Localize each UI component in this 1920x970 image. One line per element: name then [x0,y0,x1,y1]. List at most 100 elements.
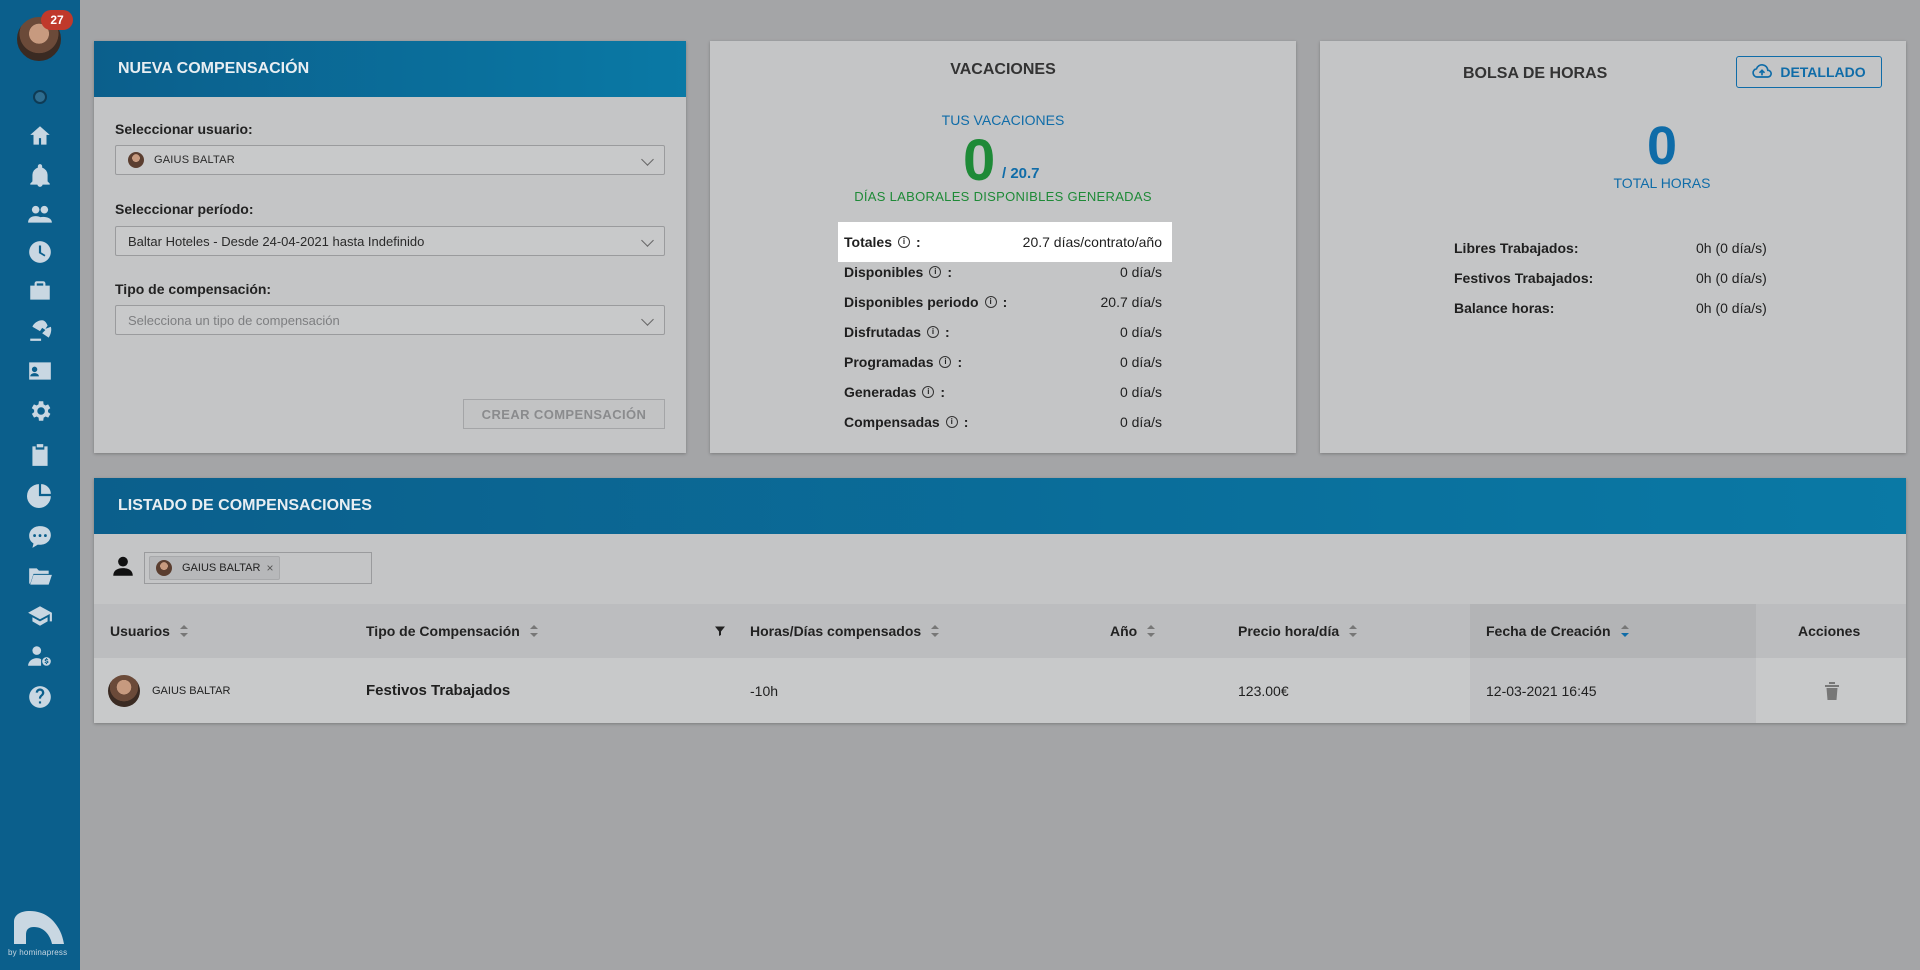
hours-row-value: 0h (0 día/s) [1696,270,1767,286]
close-icon[interactable]: × [266,561,273,575]
column-header-horas[interactable]: Horas/Días compensados [750,604,940,658]
vacation-row-label: Disponibles periodo [844,294,979,310]
cell-type: Festivos Trabajados [366,682,511,699]
avatar [108,674,140,707]
compensation-type-select[interactable]: Selecciona un tipo de compensación [115,305,665,335]
status-dot-icon[interactable] [33,90,47,104]
hours-row: Libres Trabajados: 0h (0 día/s) [1454,240,1774,256]
sort-icon [179,625,188,637]
column-header-label: Precio hora/día [1238,623,1340,639]
info-icon[interactable]: i [945,416,958,428]
compensations-table: Usuarios Tipo de Compensación Horas/Días… [94,604,1906,723]
hours-row-value: 0h (0 día/s) [1696,300,1767,316]
sort-icon [1349,625,1358,637]
delete-icon[interactable] [1824,658,1840,723]
users-icon[interactable] [26,200,54,228]
hours-bank-title: BOLSA DE HORAS [1463,65,1608,82]
vacation-row-compensadas: Compensadas i: 0 día/s [844,414,1162,430]
vacation-row-label: Totales [844,234,892,250]
folder-icon[interactable] [26,562,54,590]
pie-chart-icon[interactable] [26,481,54,509]
cell-price: 123.00€ [1238,682,1289,699]
info-icon[interactable]: i [939,356,952,368]
vacation-row-disponibles-periodo: Disponibles periodo i: 20.7 día/s [844,294,1163,310]
user-select[interactable]: GAIUS BALTAR [115,145,665,175]
vacation-row-programadas: Programadas i: 0 día/s [844,354,1162,370]
total-hours-count: 0 [1646,116,1678,176]
vacation-row-label: Compensadas [844,414,940,430]
vacation-row-totales: Totales i: 20.7 días/contrato/año [838,222,1172,262]
compensations-list-title: LISTADO DE COMPENSACIONES [94,478,1906,534]
user-filter-input[interactable]: GAIUS BALTAR × [144,552,372,584]
user-select-value: GAIUS BALTAR [154,154,235,166]
bell-icon[interactable] [26,162,54,190]
vacation-row-value: 20.7 día/s [1100,294,1163,310]
column-header-tipo[interactable]: Tipo de Compensación [366,604,538,658]
info-icon[interactable]: i [897,236,910,248]
sort-icon [529,625,538,637]
user-money-icon[interactable] [26,642,54,670]
info-icon[interactable]: i [922,386,935,398]
compensation-type-label: Tipo de compensación: [115,281,272,297]
info-icon[interactable]: i [927,326,940,338]
vacation-row-label: Generadas [844,384,917,400]
chat-icon[interactable] [26,523,54,551]
column-header-precio[interactable]: Precio hora/día [1238,604,1358,658]
id-card-icon[interactable] [26,357,54,385]
total-days-count: / 20.7 [1002,165,1040,182]
hours-row-value: 0h (0 día/s) [1696,240,1767,256]
briefcase-icon[interactable] [26,277,54,305]
column-header-fecha[interactable]: Fecha de Creación [1470,604,1756,658]
cell-created: 12-03-2021 16:45 [1470,658,1756,723]
column-header-label: Horas/Días compensados [750,623,922,639]
hours-row-label: Balance horas: [1454,300,1555,316]
hours-row-label: Libres Trabajados: [1454,240,1579,256]
vacation-row-label: Disfrutadas [844,324,922,340]
your-vacations-label: TUS VACACIONES [941,112,1065,128]
info-icon[interactable]: i [984,296,997,308]
brand-logo-text: by hominapress [8,948,68,957]
total-hours-label: TOTAL HORAS [1613,175,1711,191]
user-filter-tag-label: GAIUS BALTAR [182,562,261,574]
vacation-row-label: Programadas [844,354,934,370]
graduation-cap-icon[interactable] [26,602,54,630]
vacation-row-value: 0 día/s [1119,264,1162,280]
column-header-ano[interactable]: Año [1110,604,1156,658]
chevron-down-icon [641,153,654,166]
vacation-row-value: 0 día/s [1119,354,1162,370]
filter-funnel-icon[interactable] [714,604,726,658]
detailed-button[interactable]: DETALLADO [1736,56,1882,88]
generated-days-label: DÍAS LABORALES DISPONIBLES GENERADAS [854,189,1152,204]
available-days-count: 0 [963,128,996,193]
clipboard-icon[interactable] [26,441,54,469]
create-compensation-button[interactable]: CREAR COMPENSACIÓN [463,399,665,429]
home-icon[interactable] [26,122,54,150]
vacation-row-generadas: Generadas i: 0 día/s [844,384,1162,400]
column-header-acciones: Acciones [1798,604,1860,658]
new-compensation-card: NUEVA COMPENSACIÓN Seleccionar usuario: … [94,41,686,453]
vacation-row-disfrutadas: Disfrutadas i: 0 día/s [844,324,1162,340]
vacation-row-value: 20.7 días/contrato/año [1022,234,1162,250]
hours-row-label: Festivos Trabajados: [1454,270,1594,286]
vacations-card: VACACIONES TUS VACACIONES 0 / 20.7 DÍAS … [710,41,1296,453]
info-icon[interactable]: i [929,266,942,278]
compensation-type-placeholder: Selecciona un tipo de compensación [128,312,340,328]
user-avatar-button[interactable]: 27 [15,10,73,63]
gear-icon[interactable] [26,397,54,425]
cell-hours: -10h [750,682,779,699]
cell-user: GAIUS BALTAR [108,658,230,723]
vacations-title: VACACIONES [950,61,1056,78]
beach-icon[interactable] [26,316,54,344]
period-select[interactable]: Baltar Hoteles - Desde 24-04-2021 hasta … [115,226,665,256]
hours-row: Balance horas: 0h (0 día/s) [1454,300,1774,316]
vacation-row-value: 0 día/s [1119,384,1162,400]
select-period-label: Seleccionar período: [115,201,254,217]
vacation-row-label: Disponibles [844,264,924,280]
column-header-usuarios[interactable]: Usuarios [110,604,188,658]
clock-icon[interactable] [26,238,54,266]
column-header-label: Año [1110,623,1138,639]
user-filter-tag: GAIUS BALTAR × [149,556,281,580]
help-icon[interactable] [26,683,54,711]
vacation-row-disponibles: Disponibles i: 0 día/s [844,264,1162,280]
sort-icon [931,625,940,637]
